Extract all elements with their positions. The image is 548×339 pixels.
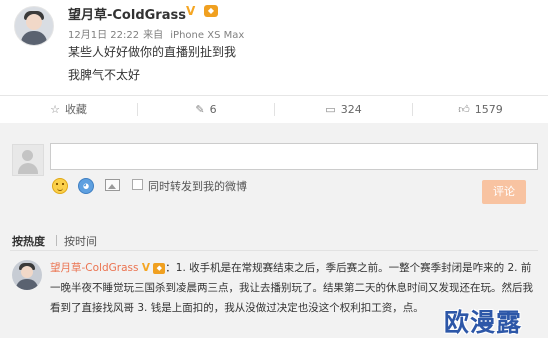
- comment-avatar[interactable]: [12, 260, 42, 290]
- forward-button[interactable]: ✎ 6: [138, 96, 274, 123]
- level-badge-icon: ◆: [204, 5, 218, 17]
- emoji-icon[interactable]: [52, 178, 68, 194]
- post-action-bar: ☆ 收藏 ✎ 6 ▭ 324 👍︎ 1579: [0, 95, 548, 124]
- comment-input[interactable]: [50, 143, 538, 170]
- sort-divider: [56, 235, 57, 246]
- comment-icon: ▭: [325, 103, 336, 116]
- post-source-prefix: 来自: [143, 30, 164, 41]
- tab-sort-by-time[interactable]: 按时间: [64, 233, 97, 249]
- star-icon: ☆: [50, 103, 60, 116]
- like-button[interactable]: 👍︎ 1579: [413, 96, 548, 123]
- forward-to-weibo-checkbox[interactable]: [132, 179, 143, 190]
- verified-v-icon: V: [141, 262, 150, 274]
- favorite-label: 收藏: [64, 103, 87, 116]
- edit-icon: ✎: [195, 103, 205, 116]
- post-meta: 12月1日 22:22 来自 iPhone XS Max: [68, 26, 248, 41]
- my-avatar-placeholder: [12, 144, 44, 176]
- post-time[interactable]: 12月1日 22:22: [68, 30, 139, 41]
- comment-submit-button[interactable]: 评论: [482, 180, 526, 204]
- forward-count: 6: [209, 103, 217, 116]
- comment-count: 324: [340, 103, 362, 116]
- like-count: 1579: [474, 103, 503, 116]
- comment-divider: [10, 250, 538, 251]
- verified-v-icon: V: [186, 4, 196, 18]
- tab-sort-by-hot[interactable]: 按热度: [12, 233, 45, 249]
- post-text-line-1: 某些人好好做你的直播别扯到我: [68, 45, 237, 59]
- image-icon[interactable]: [105, 179, 120, 191]
- thumb-up-icon: 👍︎: [458, 103, 470, 116]
- comment-button[interactable]: ▭ 324: [275, 96, 412, 123]
- post-avatar[interactable]: [14, 6, 54, 46]
- comment-author-name[interactable]: 望月草-ColdGrass: [50, 262, 138, 274]
- level-badge-icon: ◆: [153, 262, 166, 274]
- favorite-button[interactable]: ☆ 收藏: [0, 96, 137, 123]
- post-device[interactable]: iPhone XS Max: [170, 30, 244, 41]
- sticker-icon[interactable]: ◕: [78, 178, 94, 194]
- forward-to-weibo-label[interactable]: 同时转发到我的微博: [148, 178, 247, 194]
- post-text-line-2: 我脾气不太好: [68, 68, 141, 82]
- watermark: 欧漫露: [444, 308, 523, 337]
- post-author-name[interactable]: 望月草-ColdGrass: [68, 4, 186, 23]
